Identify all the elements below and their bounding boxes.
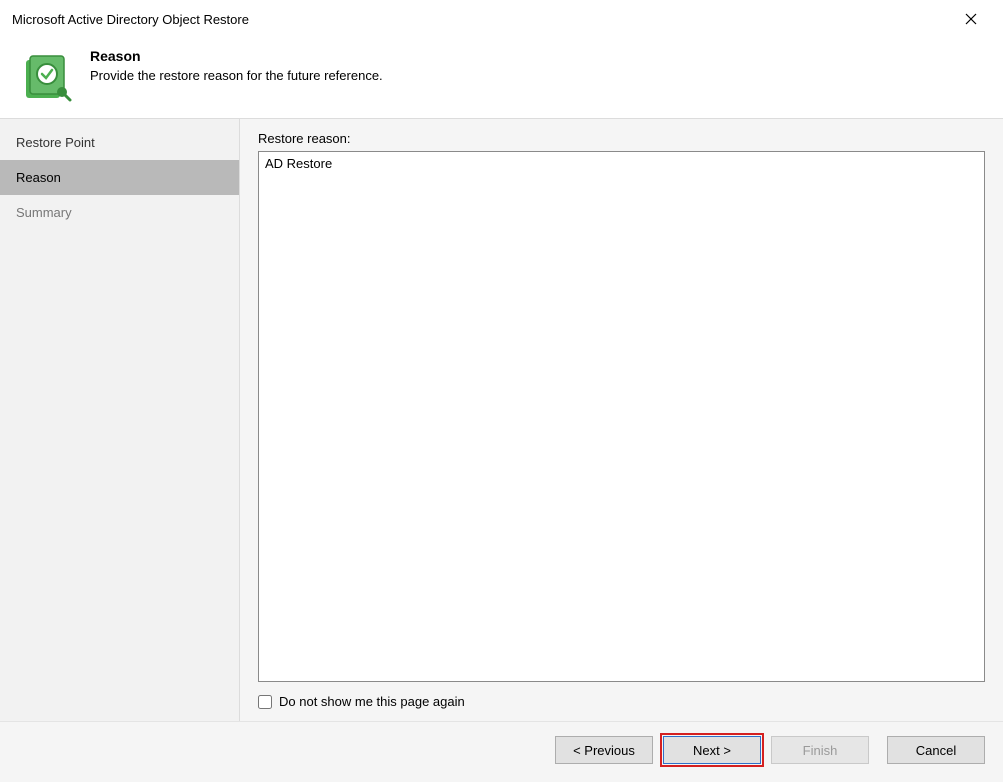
hide-page-checkbox[interactable] <box>258 695 272 709</box>
sidebar-item-summary[interactable]: Summary <box>0 195 239 230</box>
wizard-main: Restore reason: Do not show me this page… <box>240 119 1003 721</box>
sidebar-item-label: Restore Point <box>16 135 95 150</box>
sidebar-item-label: Reason <box>16 170 61 185</box>
hide-page-checkbox-label: Do not show me this page again <box>279 694 465 709</box>
hide-page-checkbox-row[interactable]: Do not show me this page again <box>258 694 985 709</box>
wizard-header: Reason Provide the restore reason for th… <box>0 38 1003 118</box>
close-button[interactable] <box>951 4 991 34</box>
reason-label: Restore reason: <box>258 131 985 146</box>
finish-button[interactable]: Finish <box>771 736 869 764</box>
next-button[interactable]: Next > <box>663 736 761 764</box>
wizard-footer: < Previous Next > Finish Cancel <box>0 721 1003 782</box>
wizard-sidebar: Restore Point Reason Summary <box>0 119 240 721</box>
sidebar-item-restore-point[interactable]: Restore Point <box>0 125 239 160</box>
window-title: Microsoft Active Directory Object Restor… <box>12 12 249 27</box>
cancel-button[interactable]: Cancel <box>887 736 985 764</box>
header-subtext: Provide the restore reason for the futur… <box>90 68 383 83</box>
header-heading: Reason <box>90 48 383 64</box>
sidebar-item-label: Summary <box>16 205 72 220</box>
restore-icon <box>20 52 72 104</box>
titlebar: Microsoft Active Directory Object Restor… <box>0 0 1003 38</box>
reason-input[interactable] <box>258 151 985 682</box>
sidebar-item-reason[interactable]: Reason <box>0 160 239 195</box>
wizard-body: Restore Point Reason Summary Restore rea… <box>0 118 1003 721</box>
previous-button[interactable]: < Previous <box>555 736 653 764</box>
header-text: Reason Provide the restore reason for th… <box>90 48 383 83</box>
close-icon <box>965 13 977 25</box>
